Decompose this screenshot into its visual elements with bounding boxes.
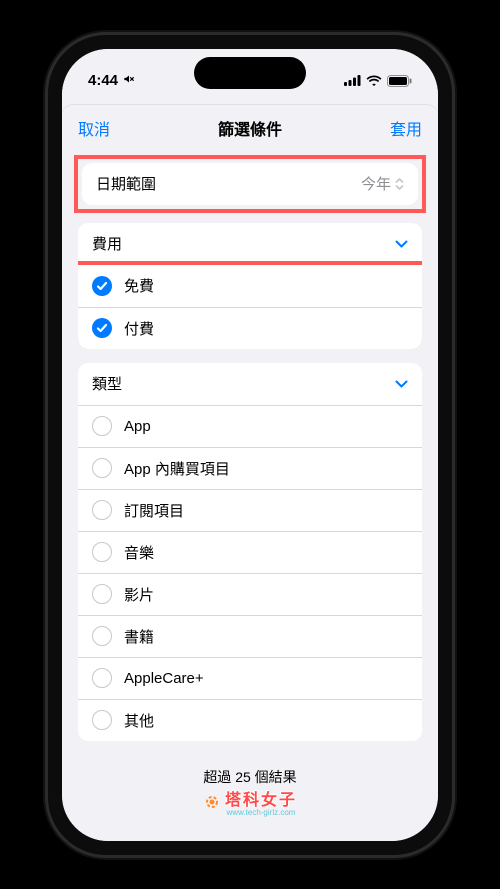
watermark-logo-icon	[203, 793, 221, 816]
type-item-label: 訂閱項目	[124, 500, 408, 521]
type-item-app[interactable]: App	[78, 405, 422, 447]
nav-title: 篩選條件	[62, 116, 438, 140]
cancel-button[interactable]: 取消	[78, 116, 110, 140]
date-range-row[interactable]: 日期範圍 今年	[82, 163, 418, 205]
type-item-label: App 內購買項目	[124, 458, 408, 479]
type-item-applecare[interactable]: AppleCare+	[78, 657, 422, 699]
radio-icon	[92, 710, 112, 730]
type-item-video[interactable]: 影片	[78, 573, 422, 615]
updown-icon	[395, 177, 404, 191]
chevron-down-icon	[395, 235, 408, 252]
watermark: 塔科女子 www.tech-girlz.com	[78, 793, 422, 825]
type-header-label: 類型	[92, 373, 383, 394]
type-item-other[interactable]: 其他	[78, 699, 422, 741]
radio-icon	[92, 542, 112, 562]
radio-icon	[92, 500, 112, 520]
type-item-label: 其他	[124, 710, 408, 731]
dynamic-island	[194, 57, 306, 89]
checkmark-icon	[92, 318, 112, 338]
cost-items-highlight: 免費 付費	[78, 265, 422, 349]
type-item-subscription[interactable]: 訂閱項目	[78, 489, 422, 531]
type-item-music[interactable]: 音樂	[78, 531, 422, 573]
silent-icon	[122, 72, 136, 90]
type-item-iap[interactable]: App 內購買項目	[78, 447, 422, 489]
type-item-label: 音樂	[124, 542, 408, 563]
chevron-down-icon	[395, 375, 408, 392]
content-scroll[interactable]: 日期範圍 今年 費用	[62, 151, 438, 841]
screen: 4:44 取消 篩選條件 套用	[62, 49, 438, 841]
radio-icon	[92, 416, 112, 436]
radio-icon	[92, 584, 112, 604]
cellular-icon	[344, 75, 361, 86]
filter-sheet: 取消 篩選條件 套用 日期範圍 今年	[62, 105, 438, 841]
apply-button[interactable]: 套用	[390, 116, 422, 140]
radio-icon	[92, 626, 112, 646]
results-footer: 超過 25 個結果	[78, 755, 422, 793]
type-group: 類型 App App 內購買項目 訂	[78, 363, 422, 741]
type-item-label: App	[124, 418, 408, 435]
cost-header-row[interactable]: 費用	[78, 223, 422, 265]
type-item-books[interactable]: 書籍	[78, 615, 422, 657]
checkmark-icon	[92, 276, 112, 296]
date-range-highlight: 日期範圍 今年	[78, 159, 422, 209]
battery-icon	[387, 75, 412, 87]
type-item-label: 影片	[124, 584, 408, 605]
type-item-label: 書籍	[124, 626, 408, 647]
date-range-label: 日期範圍	[96, 173, 349, 194]
cost-item-label: 付費	[124, 318, 408, 339]
watermark-brand: 塔科女子	[225, 793, 297, 809]
cost-item-paid[interactable]: 付費	[78, 307, 422, 349]
phone-frame: 4:44 取消 篩選條件 套用	[48, 35, 452, 855]
nav-bar: 取消 篩選條件 套用	[62, 105, 438, 151]
wifi-icon	[366, 75, 382, 86]
status-time: 4:44	[88, 72, 118, 89]
watermark-url: www.tech-girlz.com	[227, 809, 296, 817]
cost-item-free[interactable]: 免費	[78, 265, 422, 307]
date-range-value: 今年	[361, 173, 404, 194]
cost-group: 費用 免費	[78, 223, 422, 349]
type-item-label: AppleCare+	[124, 670, 408, 687]
cost-item-label: 免費	[124, 275, 408, 296]
radio-icon	[92, 458, 112, 478]
type-header-row[interactable]: 類型	[78, 363, 422, 405]
radio-icon	[92, 668, 112, 688]
cost-header-label: 費用	[92, 233, 383, 254]
date-range-group: 日期範圍 今年	[82, 163, 418, 205]
